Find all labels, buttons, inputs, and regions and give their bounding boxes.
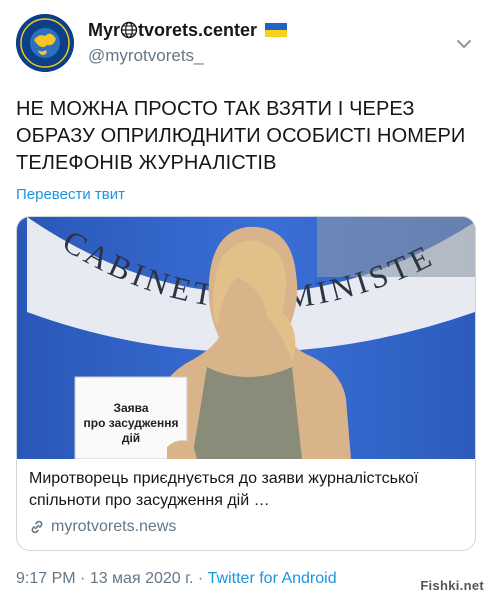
ukraine-flag-icon <box>265 23 288 37</box>
card-domain[interactable]: myrotvorets.news <box>29 518 176 536</box>
globe-icon <box>120 21 138 38</box>
tweet-source-link[interactable]: Twitter for Android <box>208 570 337 587</box>
avatar[interactable] <box>16 14 74 72</box>
tweet-meta: 9:17 PM · 13 мая 2020 г. · Twitter for A… <box>16 570 337 588</box>
watermark: Fishki.net <box>420 578 484 593</box>
chevron-down-icon[interactable] <box>454 34 474 54</box>
tweet-time[interactable]: 9:17 PM <box>16 570 76 587</box>
link-icon <box>31 520 43 534</box>
avatar-globe-icon <box>16 14 74 72</box>
card-title[interactable]: Миротворець приєднується до заяви журнал… <box>29 468 459 512</box>
card-image[interactable]: CABINET OF MINISTERS OF UKRAINE Заява пр… <box>17 217 475 459</box>
display-name-suffix: tvorets.center <box>138 19 258 40</box>
sign-line-3: дій <box>122 431 140 445</box>
tweet-date[interactable]: 13 мая 2020 г. <box>90 570 194 587</box>
card-photo: CABINET OF MINISTERS OF UKRAINE Заява пр… <box>17 217 475 459</box>
meta-separator: · <box>75 570 90 587</box>
card-domain-text: myrotvorets.news <box>51 518 177 535</box>
translate-tweet-link[interactable]: Перевести твит <box>16 186 125 203</box>
tweet-text: НЕ МОЖНА ПРОСТО ТАК ВЗЯТИ І ЧЕРЕЗ ОБРАЗУ… <box>16 98 466 174</box>
tweet-header: Myr tvorets.center @myrotvorets_ <box>0 0 492 86</box>
display-name-row: Myr tvorets.center <box>88 18 288 42</box>
sign-line-1: Заява <box>113 401 148 415</box>
display-name-prefix: Myr <box>88 19 121 40</box>
meta-separator-2: · <box>193 570 208 587</box>
display-name[interactable]: Myr tvorets.center <box>88 20 257 41</box>
sign-line-2: про засудження <box>84 416 179 430</box>
link-card[interactable]: CABINET OF MINISTERS OF UKRAINE Заява пр… <box>16 216 476 551</box>
user-handle[interactable]: @myrotvorets_ <box>88 46 204 66</box>
